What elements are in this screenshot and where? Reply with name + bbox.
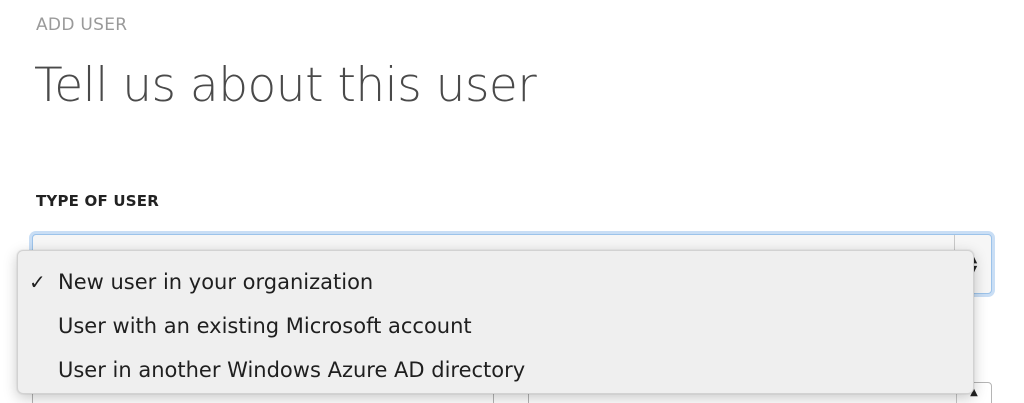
menu-item-another-directory[interactable]: User in another Windows Azure AD directo… <box>18 348 973 392</box>
menu-item-new-user[interactable]: ✓ New user in your organization <box>18 260 973 304</box>
step-label: ADD USER <box>36 15 128 35</box>
menu-item-label: New user in your organization <box>58 270 374 294</box>
menu-item-label: User with an existing Microsoft account <box>58 314 472 338</box>
checkmark-icon: ✓ <box>29 270 46 294</box>
menu-item-label: User in another Windows Azure AD directo… <box>58 358 526 382</box>
type-of-user-dropdown-menu: ✓ New user in your organization User wit… <box>17 250 974 394</box>
menu-item-microsoft-account[interactable]: User with an existing Microsoft account <box>18 304 973 348</box>
add-user-page: ADD USER Tell us about this user TYPE OF… <box>0 0 1024 403</box>
page-title: Tell us about this user <box>34 58 537 113</box>
type-of-user-label: TYPE OF USER <box>36 192 159 210</box>
